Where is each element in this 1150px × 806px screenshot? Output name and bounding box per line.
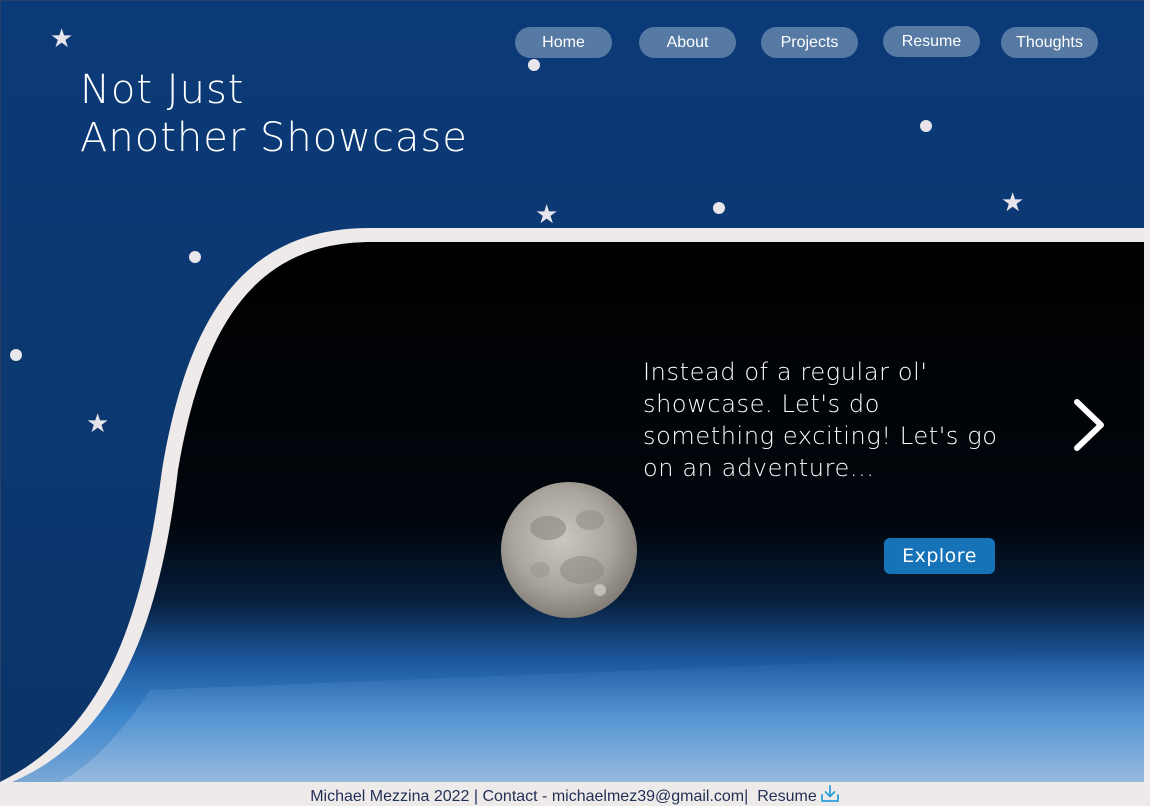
nav-home-button[interactable]: Home [515,27,612,58]
footer-separator: | [744,788,758,805]
footer-separator: | [469,788,483,805]
star-icon: ★ [86,409,110,439]
footer-resume-link[interactable]: Resume [757,785,840,805]
dot-icon [528,59,540,71]
dot-icon [10,349,22,361]
footer-resume-label: Resume [757,788,817,805]
footer-credit: Michael Mezzina 2022 [310,788,470,805]
dot-icon [189,251,201,263]
footer: Michael Mezzina 2022 | Contact - michael… [0,782,1150,806]
chevron-right-icon[interactable] [1068,396,1108,454]
explore-button[interactable]: Explore [884,538,995,574]
right-edge [1144,0,1150,806]
moon-image [501,482,637,618]
site-title-line2: Another Showcase [80,115,468,161]
site-title: Not Just Another Showcase [80,66,468,162]
nav-about-button[interactable]: About [639,27,736,58]
nav-thoughts-button[interactable]: Thoughts [1001,27,1098,58]
star-icon: ★ [1001,188,1025,218]
dot-icon [713,202,725,214]
nav-resume-button[interactable]: Resume [883,26,980,57]
hero-text: Instead of a regular ol' showcase. Let's… [643,358,998,482]
download-icon [820,785,839,802]
nav-projects-button[interactable]: Projects [761,27,858,58]
page: ★ ★ ★ ★ Not Just Another Showcase Home A… [0,0,1150,806]
footer-contact-link[interactable]: Contact - michaelmez39@gmail.com [482,788,744,805]
star-icon: ★ [535,200,559,230]
dot-icon [920,120,932,132]
star-icon: ★ [50,24,74,54]
site-title-line1: Not Just [80,67,245,113]
